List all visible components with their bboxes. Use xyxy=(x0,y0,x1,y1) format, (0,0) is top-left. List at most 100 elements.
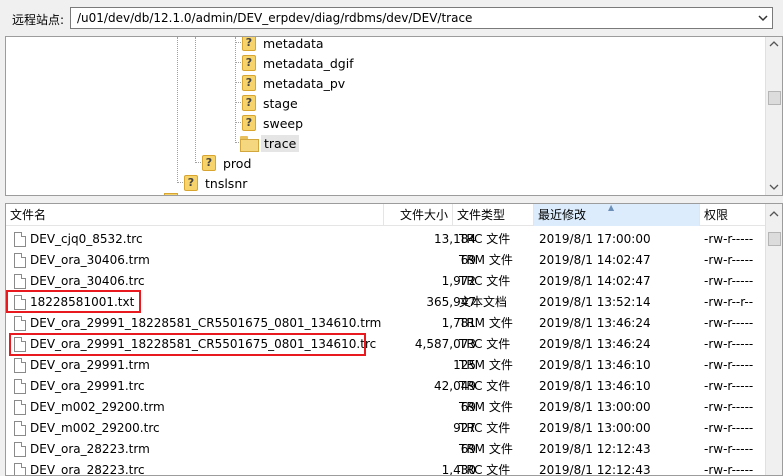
file-icon xyxy=(14,232,26,247)
file-permissions-cell: -rw-r----- xyxy=(704,421,754,435)
file-type-cell: TRC 文件 xyxy=(459,421,511,435)
tree-node-tnslsnr[interactable]: ? tnslsnr xyxy=(184,173,250,193)
file-type-cell: TRM 文件 xyxy=(459,316,513,330)
table-row[interactable]: DEV_m002_29200.trm 69 TRM 文件 2019/8/1 13:00… xyxy=(6,397,767,418)
file-type-cell: TRM 文件 xyxy=(459,253,513,267)
table-row[interactable]: DEV_ora_30406.trc 1,972 TRC 文件 2019/8/1 14:… xyxy=(6,271,767,292)
tree-node-metadata[interactable]: ? metadata xyxy=(242,37,327,53)
file-icon xyxy=(14,358,26,373)
file-modified-cell: 2019/8/1 13:46:24 xyxy=(539,316,651,330)
file-modified-cell: 2019/8/1 13:00:00 xyxy=(539,400,651,414)
file-modified-cell: 2019/8/1 13:52:14 xyxy=(539,295,651,309)
file-permissions-cell: -rw-r----- xyxy=(704,337,754,351)
column-header-type[interactable]: 文件类型 xyxy=(453,204,534,226)
file-permissions-cell: -rw-r----- xyxy=(704,463,754,476)
file-modified-cell: 2019/8/1 17:00:00 xyxy=(539,232,651,246)
file-modified-cell: 2019/8/1 12:12:43 xyxy=(539,463,651,476)
file-type-cell: TRM 文件 xyxy=(459,442,513,456)
table-row[interactable]: DEV_ora_29991_18228581_CR5501675_0801_13… xyxy=(6,313,767,334)
scroll-up-icon[interactable] xyxy=(769,40,779,48)
question-folder-icon: ? xyxy=(184,175,198,191)
file-name-cell: DEV_m002_29200.trc xyxy=(14,418,160,439)
file-permissions-cell: -rw-r----- xyxy=(704,274,754,288)
file-modified-cell: 2019/8/1 13:46:10 xyxy=(539,379,651,393)
file-permissions-cell: -rw-r----- xyxy=(704,400,754,414)
file-list-header: 文件名 文件大小 文件类型 最近修改 ▲ 权限 xyxy=(6,204,767,226)
file-permissions-cell: -rw-r----- xyxy=(704,379,754,393)
tree-scrollbar[interactable] xyxy=(765,37,782,195)
question-folder-icon: ? xyxy=(202,155,216,171)
column-header-permissions[interactable]: 权限 xyxy=(700,204,767,226)
file-icon xyxy=(14,379,26,394)
file-name-cell: DEV_ora_29991_18228581_CR5501675_0801_13… xyxy=(14,313,381,334)
tree-node-stage[interactable]: ? stage xyxy=(242,93,301,113)
file-type-cell: TRC 文件 xyxy=(459,337,511,351)
scroll-up-icon[interactable] xyxy=(769,210,779,218)
file-icon xyxy=(14,442,26,457)
file-icon xyxy=(14,463,26,475)
file-permissions-cell: -rw-r--r-- xyxy=(704,295,754,309)
table-row[interactable]: DEV_ora_30406.trm 69 TRM 文件 2019/8/1 14:02:… xyxy=(6,250,767,271)
tree-node-sweep[interactable]: ? sweep xyxy=(242,113,306,133)
file-name-cell: DEV_cjq0_8532.trc xyxy=(14,229,143,250)
sort-ascending-icon: ▲ xyxy=(608,203,615,212)
column-header-modified[interactable]: 最近修改 ▲ xyxy=(534,204,700,226)
file-type-cell: TRC 文件 xyxy=(459,463,511,476)
tree-node-metadata-dgif[interactable]: ? metadata_dgif xyxy=(242,53,357,73)
file-type-cell: TRC 文件 xyxy=(459,232,511,246)
remote-path-text: /u01/dev/db/12.1.0/admin/DEV_erpdev/diag… xyxy=(77,11,473,25)
question-folder-icon: ? xyxy=(242,115,256,131)
file-permissions-cell: -rw-r----- xyxy=(704,316,754,330)
list-scrollbar[interactable] xyxy=(765,204,782,475)
file-type-cell: TRC 文件 xyxy=(459,379,511,393)
file-name-cell: DEV_ora_29991.trm xyxy=(14,355,150,376)
question-folder-icon: ? xyxy=(242,37,256,51)
column-header-name[interactable]: 文件名 xyxy=(6,204,384,226)
question-folder-icon xyxy=(164,193,178,195)
file-modified-cell: 2019/8/1 14:02:47 xyxy=(539,274,651,288)
question-folder-icon: ? xyxy=(242,75,256,91)
file-type-cell: TRC 文件 xyxy=(459,274,511,288)
list-scroll-thumb[interactable] xyxy=(768,232,781,246)
file-icon xyxy=(14,316,26,331)
remote-site-bar: 远程站点: /u01/dev/db/12.1.0/admin/DEV_erpde… xyxy=(0,0,783,36)
file-icon xyxy=(14,274,26,289)
file-name-cell: DEV_ora_30406.trm xyxy=(14,250,150,271)
file-modified-cell: 2019/8/1 13:00:00 xyxy=(539,421,651,435)
file-icon xyxy=(14,421,26,436)
remote-site-label: 远程站点: xyxy=(12,13,65,27)
table-row[interactable]: DEV_ora_29991.trc 42,049 TRC 文件 2019/8/1 13… xyxy=(6,376,767,397)
table-row[interactable]: DEV_ora_29991.trm 125 TRM 文件 2019/8/1 13:46… xyxy=(6,355,767,376)
file-modified-cell: 2019/8/1 14:02:47 xyxy=(539,253,651,267)
table-row[interactable]: DEV_ora_28223.trc 1,430 TRC 文件 2019/8/1 12:… xyxy=(6,460,767,476)
file-name-cell: DEV_ora_28223.trm xyxy=(14,439,150,460)
table-row[interactable]: DEV_cjq0_8532.trc 13,184 TRC 文件 2019/8/1 17… xyxy=(6,229,767,250)
file-modified-cell: 2019/8/1 13:46:24 xyxy=(539,337,651,351)
table-row[interactable]: DEV_ora_28223.trm 69 TRM 文件 2019/8/1 12:12:… xyxy=(6,439,767,460)
chevron-down-icon[interactable] xyxy=(756,11,770,25)
file-type-cell: 文本文档 xyxy=(459,295,508,309)
file-name-cell: DEV_ora_30406.trc xyxy=(14,271,145,292)
tree-node-trace[interactable]: trace xyxy=(240,133,300,153)
file-name-cell: DEV_ora_28223.trc xyxy=(14,460,145,475)
file-permissions-cell: -rw-r----- xyxy=(704,253,754,267)
file-permissions-cell: -rw-r----- xyxy=(704,232,754,246)
table-row[interactable]: DEV_m002_29200.trc 927 TRC 文件 2019/8/1 13:0… xyxy=(6,418,767,439)
remote-path-input[interactable]: /u01/dev/db/12.1.0/admin/DEV_erpdev/diag… xyxy=(70,7,773,29)
column-header-size[interactable]: 文件大小 xyxy=(384,204,453,226)
file-type-cell: TRM 文件 xyxy=(459,358,513,372)
tree-node-prod[interactable]: ? prod xyxy=(202,153,254,173)
tree-scroll-thumb[interactable] xyxy=(768,91,781,105)
file-icon xyxy=(14,253,26,268)
file-permissions-cell: -rw-r----- xyxy=(704,358,754,372)
folder-icon xyxy=(240,136,259,152)
highlight-box-txt xyxy=(6,290,141,313)
file-icon xyxy=(14,400,26,415)
file-name-cell: DEV_m002_29200.trm xyxy=(14,397,165,418)
file-type-cell: TRM 文件 xyxy=(459,400,513,414)
file-modified-cell: 2019/8/1 12:12:43 xyxy=(539,442,651,456)
scroll-down-icon[interactable] xyxy=(769,183,779,191)
remote-directory-tree[interactable]: ? metadata ? metadata_dgif ? metadata_pv… xyxy=(5,36,783,196)
file-permissions-cell: -rw-r----- xyxy=(704,442,754,456)
tree-node-metadata-pv[interactable]: ? metadata_pv xyxy=(242,73,348,93)
